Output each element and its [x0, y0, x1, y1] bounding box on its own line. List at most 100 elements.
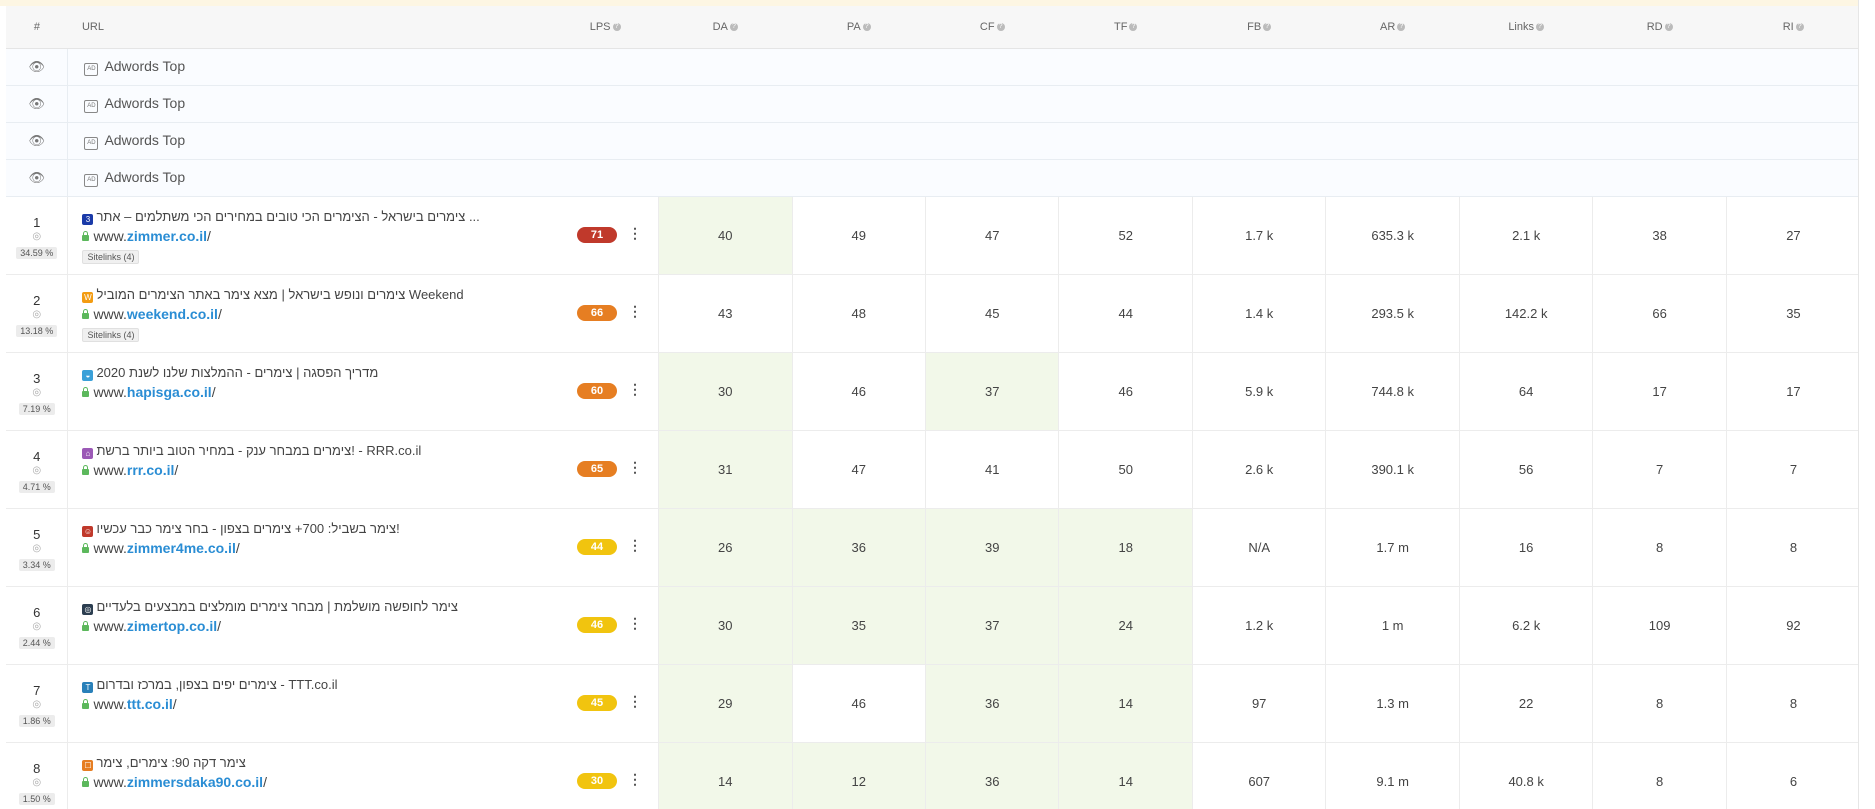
result-title[interactable]: ☐ צימר דקה 90: צימרים, צימר — [82, 755, 658, 771]
result-title[interactable]: 3 צימרים בישראל - הצימרים הכי טובים במחיר… — [82, 209, 658, 225]
lps-badge: 45 — [577, 695, 618, 711]
metric-tf: 50 — [1058, 430, 1193, 509]
ad-label[interactable]: Adwords Top — [104, 169, 185, 185]
eye-icon[interactable]: 👁 — [28, 133, 45, 148]
ad-label[interactable]: Adwords Top — [104, 58, 185, 74]
help-icon[interactable]: ? — [996, 23, 1005, 31]
url-suffix: / — [263, 774, 267, 790]
help-icon[interactable]: ? — [862, 23, 871, 31]
more-menu-icon[interactable]: ⋮ — [628, 772, 642, 786]
help-icon[interactable]: ? — [1263, 23, 1272, 31]
result-title[interactable]: ⌂ צימרים במבחר ענק - במחיר הטוב ביותר ברש… — [82, 443, 658, 459]
ad-label[interactable]: Adwords Top — [104, 132, 185, 148]
more-menu-icon[interactable]: ⋮ — [628, 538, 642, 552]
rank-cell: 6 ◎ 2.44 % — [6, 586, 69, 665]
url-domain: zimmersdaka90.co.il — [126, 774, 264, 790]
metric-rd: 109 — [1592, 586, 1727, 665]
rank-cell: 3 ◎ 7.19 % — [6, 352, 69, 431]
url-prefix: www. — [93, 228, 127, 244]
more-menu-icon[interactable]: ⋮ — [628, 226, 642, 240]
lps-badge: 44 — [577, 539, 618, 555]
ad-row: 👁 AD Adwords Top — [6, 85, 1858, 123]
col-fb-header[interactable]: FB? — [1192, 6, 1326, 49]
metric-pa: 48 — [791, 274, 926, 353]
more-menu-icon[interactable]: ⋮ — [628, 616, 642, 630]
eye-slash-icon[interactable]: ◎ — [6, 776, 67, 790]
lock-icon — [82, 699, 90, 709]
col-lps-header[interactable]: LPS? — [590, 21, 621, 33]
result-url[interactable]: www.hapisga.co.il/ — [82, 384, 658, 400]
col-pa-header[interactable]: PA? — [792, 6, 926, 49]
metric-da: 30 — [658, 352, 792, 431]
url-domain: ttt.co.il — [126, 696, 173, 712]
help-icon[interactable]: ? — [1397, 23, 1406, 31]
eye-slash-icon[interactable]: ◎ — [6, 698, 67, 712]
serp-frame: # URL LPS? DA? PA? CF? TF? FB? AR? Links… — [0, 0, 1859, 809]
col-rd-header[interactable]: RD? — [1592, 6, 1727, 49]
help-icon[interactable]: ? — [1129, 23, 1138, 31]
col-links-header[interactable]: Links? — [1459, 6, 1593, 49]
result-title-text: צימר בשביל: 700+ צימרים בצפון - בחר צימר… — [96, 521, 400, 536]
rank-number: 5 — [33, 526, 41, 542]
result-title[interactable]: ◎ צימר לחופשה מושלמת | מבחר צימרים מומלצי… — [82, 599, 658, 615]
metric-rd: 8 — [1592, 508, 1727, 587]
help-icon[interactable]: ? — [1536, 23, 1544, 31]
rank-number: 6 — [33, 604, 41, 620]
result-title[interactable]: ☺ צימר בשביל: 700+ צימרים בצפון - בחר צימ… — [82, 521, 658, 537]
result-url[interactable]: www.zimmersdaka90.co.il/ — [82, 774, 658, 790]
eye-slash-icon[interactable]: ◎ — [6, 620, 67, 634]
eye-icon[interactable]: 👁 — [28, 96, 45, 111]
result-title[interactable]: ◒ מדריך הפסגה | צימרים - ההמלצות שלנו לשנ… — [82, 365, 658, 381]
eye-slash-icon[interactable]: ◎ — [6, 386, 67, 400]
metric-fb: 1.7 k — [1191, 196, 1326, 275]
metric-ar: 1.7 m — [1325, 508, 1460, 587]
result-url[interactable]: www.zimertop.co.il/ — [82, 618, 658, 634]
eye-slash-icon[interactable]: ◎ — [6, 542, 67, 556]
col-tf-header[interactable]: TF? — [1058, 6, 1193, 49]
url-suffix: / — [211, 384, 216, 400]
eye-icon[interactable]: 👁 — [28, 59, 45, 74]
ad-icon: AD — [84, 100, 99, 113]
metric-fb: 1.2 k — [1191, 586, 1326, 665]
help-icon[interactable]: ? — [1795, 23, 1804, 31]
ad-label[interactable]: Adwords Top — [104, 95, 185, 111]
col-ar-header[interactable]: AR? — [1325, 6, 1460, 49]
more-menu-icon[interactable]: ⋮ — [628, 382, 642, 396]
sitelinks-badge[interactable]: Sitelinks (4) — [82, 328, 140, 342]
favicon-icon: 3 — [82, 214, 94, 225]
rank-number: 2 — [33, 292, 41, 308]
result-url[interactable]: www.zimmer.co.il/ — [82, 228, 658, 244]
result-url[interactable]: www.zimmer4me.co.il/ — [82, 540, 658, 556]
more-menu-icon[interactable]: ⋮ — [628, 460, 642, 474]
col-cf-header[interactable]: CF? — [925, 6, 1059, 49]
col-da-header[interactable]: DA? — [658, 6, 792, 49]
share-badge: 7.19 % — [18, 402, 55, 415]
col-num-header[interactable]: # — [6, 6, 68, 49]
rank-cell: 2 ◎ 13.18 % — [6, 274, 69, 353]
col-da-label: DA — [712, 21, 728, 33]
more-menu-icon[interactable]: ⋮ — [628, 694, 642, 708]
result-url[interactable]: www.rrr.co.il/ — [82, 462, 658, 478]
metric-ri: 7 — [1725, 430, 1858, 509]
col-ri-header[interactable]: RI? — [1726, 6, 1858, 49]
metric-da: 14 — [658, 742, 792, 809]
help-icon[interactable]: ? — [1664, 23, 1673, 31]
help-icon[interactable]: ? — [612, 23, 621, 31]
metric-ri: 8 — [1725, 508, 1858, 587]
result-url[interactable]: www.ttt.co.il/ — [82, 696, 658, 712]
url-prefix: www. — [93, 462, 127, 478]
help-icon[interactable]: ? — [729, 23, 738, 31]
more-menu-icon[interactable]: ⋮ — [628, 304, 642, 318]
eye-icon[interactable]: 👁 — [28, 170, 45, 185]
rank-cell: 8 ◎ 1.50 % — [6, 742, 69, 809]
eye-slash-icon[interactable]: ◎ — [6, 230, 67, 244]
result-title[interactable]: W צימרים ונופש בישראל | מצא צימר באתר הצי… — [82, 287, 658, 303]
result-title[interactable]: T צימרים יפים בצפון, במרכז ובדרום - TTT.c… — [82, 677, 658, 693]
result-url[interactable]: www.weekend.co.il/ — [82, 306, 658, 322]
col-url-header[interactable]: URL LPS? — [67, 6, 659, 49]
eye-slash-icon[interactable]: ◎ — [6, 308, 67, 322]
url-suffix: / — [174, 462, 179, 478]
metric-fb: 5.9 k — [1191, 352, 1326, 431]
eye-slash-icon[interactable]: ◎ — [6, 464, 67, 478]
sitelinks-badge[interactable]: Sitelinks (4) — [82, 250, 140, 264]
